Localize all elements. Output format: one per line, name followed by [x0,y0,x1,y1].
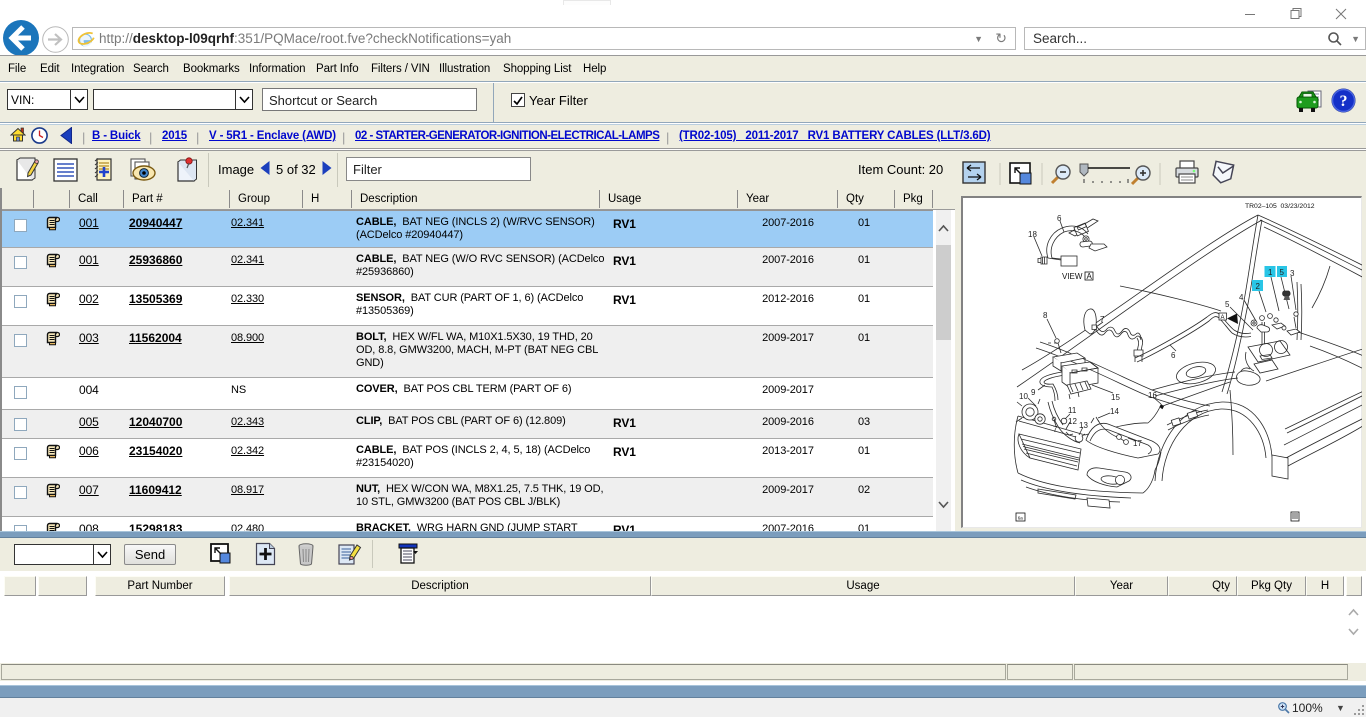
svg-text:11: 11 [1068,406,1077,415]
svg-text:4: 4 [1239,293,1244,302]
svg-text:9: 9 [1031,388,1036,397]
svg-text:5: 5 [1225,300,1230,309]
svg-text:?: ? [1340,93,1348,110]
svg-text:18: 18 [1028,230,1037,239]
svg-text:5: 5 [1280,268,1285,277]
svg-text:16: 16 [1148,391,1157,400]
svg-text:A: A [1087,272,1093,281]
svg-text:A: A [1221,315,1225,321]
svg-text:6: 6 [1057,214,1062,223]
svg-text:6a: 6a [1018,515,1024,520]
svg-text:7: 7 [1053,425,1058,434]
svg-text:TR02–105 03/23/2012: TR02–105 03/23/2012 [1245,203,1315,210]
svg-text:1: 1 [1268,268,1273,277]
svg-text:12: 12 [1068,417,1077,426]
svg-text:13: 13 [1079,421,1088,430]
svg-text:VIEW: VIEW [1062,272,1083,281]
svg-text:14: 14 [1110,407,1119,416]
svg-text:17: 17 [1133,439,1142,448]
svg-text:3: 3 [1290,269,1295,278]
svg-text:6: 6 [1171,351,1176,360]
svg-text:10: 10 [1019,392,1028,401]
svg-text:2: 2 [1256,282,1261,291]
svg-text:8: 8 [1043,311,1048,320]
svg-text:15: 15 [1111,393,1120,402]
svg-text:7: 7 [1100,315,1105,324]
